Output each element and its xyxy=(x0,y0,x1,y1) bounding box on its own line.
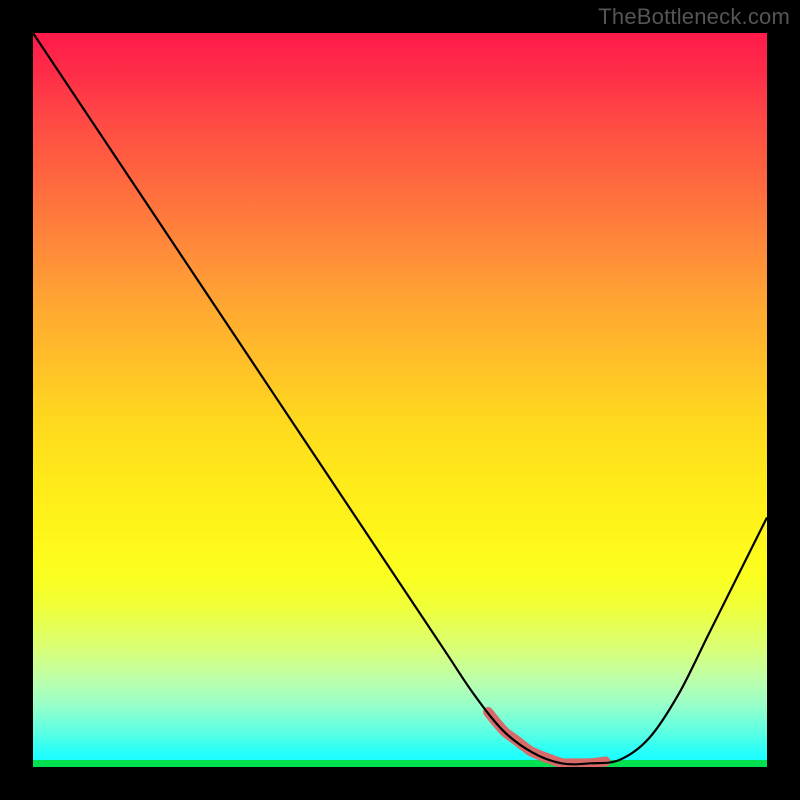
chart-plot-area xyxy=(33,33,767,767)
bottleneck-curve xyxy=(33,33,767,764)
watermark-text: TheBottleneck.com xyxy=(598,4,790,30)
highlight-segment xyxy=(488,712,605,764)
chart-svg xyxy=(33,33,767,767)
